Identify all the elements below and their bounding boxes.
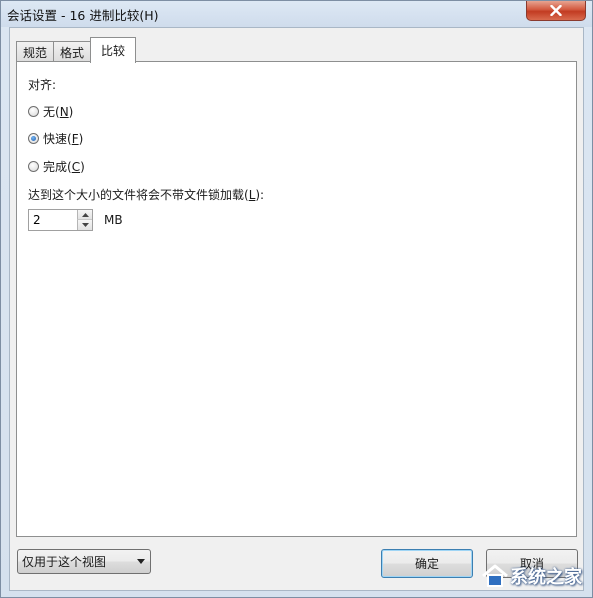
alignment-label: 对齐: — [28, 78, 57, 92]
radio-label: 完成(C) — [43, 160, 85, 174]
dropdown-selected-value: 仅用于这个视图 — [22, 555, 107, 569]
radio-align-none[interactable]: 无(N) — [28, 103, 73, 120]
spin-up-button[interactable] — [77, 210, 92, 220]
radio-circle[interactable] — [28, 161, 39, 172]
tab-compare[interactable]: 比较 — [90, 37, 137, 63]
radio-circle[interactable] — [28, 133, 39, 144]
radio-label: 无(N) — [43, 105, 74, 119]
ok-button-label: 确定 — [414, 557, 439, 571]
radio-label: 快速(F) — [43, 132, 84, 146]
tab-format[interactable]: 格式 — [53, 41, 92, 62]
cancel-button-label: 取消 — [519, 557, 544, 571]
file-size-input[interactable] — [29, 210, 77, 230]
close-button[interactable] — [526, 1, 586, 21]
close-icon — [550, 5, 562, 16]
tab-label: 规范 — [23, 45, 48, 60]
file-size-stepper — [28, 209, 93, 231]
tab-specification[interactable]: 规范 — [16, 41, 55, 62]
file-size-label: 达到这个大小的文件将会不带文件锁加载(L): — [28, 188, 265, 202]
radio-circle[interactable] — [28, 106, 39, 117]
tab-label: 比较 — [101, 44, 126, 58]
chevron-up-icon — [81, 212, 89, 217]
tab-label: 格式 — [60, 45, 85, 60]
tab-strip: 规范 格式 比较 — [16, 36, 137, 63]
spin-down-button[interactable] — [77, 220, 92, 230]
ok-button[interactable]: 确定 — [381, 549, 473, 578]
title-bar[interactable]: 会话设置 - 16 进制比较(H) — [1, 1, 592, 27]
chevron-down-icon — [137, 559, 145, 564]
cancel-button[interactable]: 取消 — [486, 549, 578, 578]
view-scope-dropdown[interactable]: 仅用于这个视图 — [17, 549, 151, 574]
file-size-unit: MB — [104, 213, 123, 227]
radio-align-complete[interactable]: 完成(C) — [28, 158, 85, 175]
window-title: 会话设置 - 16 进制比较(H) — [7, 8, 159, 23]
radio-align-fast[interactable]: 快速(F) — [28, 130, 83, 147]
compare-tab-panel: 对齐: 无(N) 快速(F) 完成(C) 达到这个大小的文件将会不带文件锁加载(… — [16, 61, 577, 537]
chevron-down-icon — [81, 223, 89, 227]
dialog-client-area: 规范 格式 比较 对齐: 无(N) 快速(F) 完成(C) 达到这个大小的文件将… — [9, 27, 584, 591]
dialog-window: 会话设置 - 16 进制比较(H) 规范 格式 比较 对齐: 无(N) 快速(F… — [0, 0, 593, 598]
